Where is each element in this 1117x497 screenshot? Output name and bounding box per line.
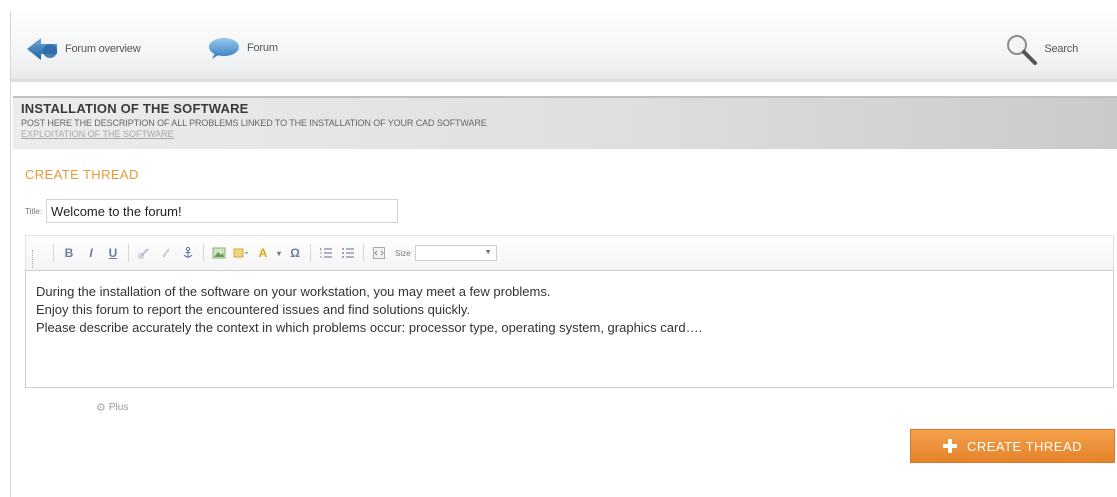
section-subtitle-link[interactable]: EXPLOITATION OF THE SOFTWARE	[21, 129, 1110, 139]
more-options-link[interactable]: ⚙ Plus	[96, 401, 128, 414]
toolbar-separator	[310, 244, 311, 262]
bold-button[interactable]: B	[59, 243, 79, 263]
underline-button[interactable]: U	[103, 243, 123, 263]
link-icon[interactable]	[134, 243, 154, 263]
forum-frame: Forum overview Forum Search INSTALLATION…	[10, 10, 1117, 497]
plus-icon	[942, 439, 957, 453]
create-thread-heading: CREATE THREAD	[25, 167, 139, 182]
search-label: Search	[1044, 43, 1078, 55]
italic-button[interactable]: I	[81, 243, 101, 263]
size-select[interactable]: ▼	[414, 245, 497, 261]
editor-toolbar: B I U A ▾ Ω Size ▼	[25, 235, 1114, 270]
forum-overview-link[interactable]: Forum overview	[25, 36, 141, 62]
title-input[interactable]	[46, 199, 399, 223]
toolbar-separator	[363, 244, 364, 262]
title-row: Title:	[25, 199, 399, 223]
forum-link[interactable]: Forum	[207, 36, 278, 60]
speech-bubble-icon	[207, 36, 241, 60]
editor-line: During the installation of the software …	[36, 284, 551, 299]
search-link[interactable]: Search	[1004, 32, 1078, 66]
editor-line: Please describe accurately the context i…	[36, 320, 703, 335]
section-description: POST HERE THE DESCRIPTION OF ALL PROBLEM…	[21, 118, 487, 128]
highlight-icon[interactable]	[231, 243, 251, 263]
forum-section-header: INSTALLATION OF THE SOFTWARE POST HERE T…	[13, 96, 1117, 149]
magnifier-icon	[1004, 32, 1038, 66]
message-editor[interactable]: During the installation of the software …	[25, 270, 1114, 388]
toolbar-separator	[128, 244, 129, 262]
back-arrow-icon	[25, 36, 59, 62]
toolbar-separator	[203, 244, 204, 262]
forum-overview-label: Forum overview	[65, 43, 141, 55]
title-label: Title:	[25, 206, 43, 216]
dropdown-caret-icon[interactable]: ▾	[275, 243, 283, 263]
unlink-icon[interactable]	[156, 243, 176, 263]
create-thread-button[interactable]: CREATE THREAD	[910, 429, 1115, 463]
text-color-button[interactable]: A	[253, 243, 273, 263]
forum-label: Forum	[247, 42, 278, 54]
numbered-list-icon[interactable]	[316, 243, 336, 263]
editor-line: Enjoy this forum to report the encounter…	[36, 302, 471, 317]
image-icon[interactable]	[209, 243, 229, 263]
source-code-icon[interactable]	[369, 243, 389, 263]
section-title: INSTALLATION OF THE SOFTWARE	[21, 101, 249, 116]
bulleted-list-icon[interactable]	[338, 243, 358, 263]
toolbar-separator	[53, 244, 54, 262]
anchor-icon[interactable]	[178, 243, 198, 263]
gear-icon: ⚙	[96, 402, 106, 414]
toolbar-grip[interactable]	[32, 250, 36, 268]
special-char-button[interactable]: Ω	[285, 243, 305, 263]
top-navigation-bar: Forum overview Forum Search	[11, 10, 1117, 82]
chevron-down-icon: ▼	[484, 249, 492, 256]
size-label: Size	[395, 248, 411, 258]
create-thread-button-label: CREATE THREAD	[966, 438, 1083, 454]
more-options-label: Plus	[108, 402, 129, 413]
